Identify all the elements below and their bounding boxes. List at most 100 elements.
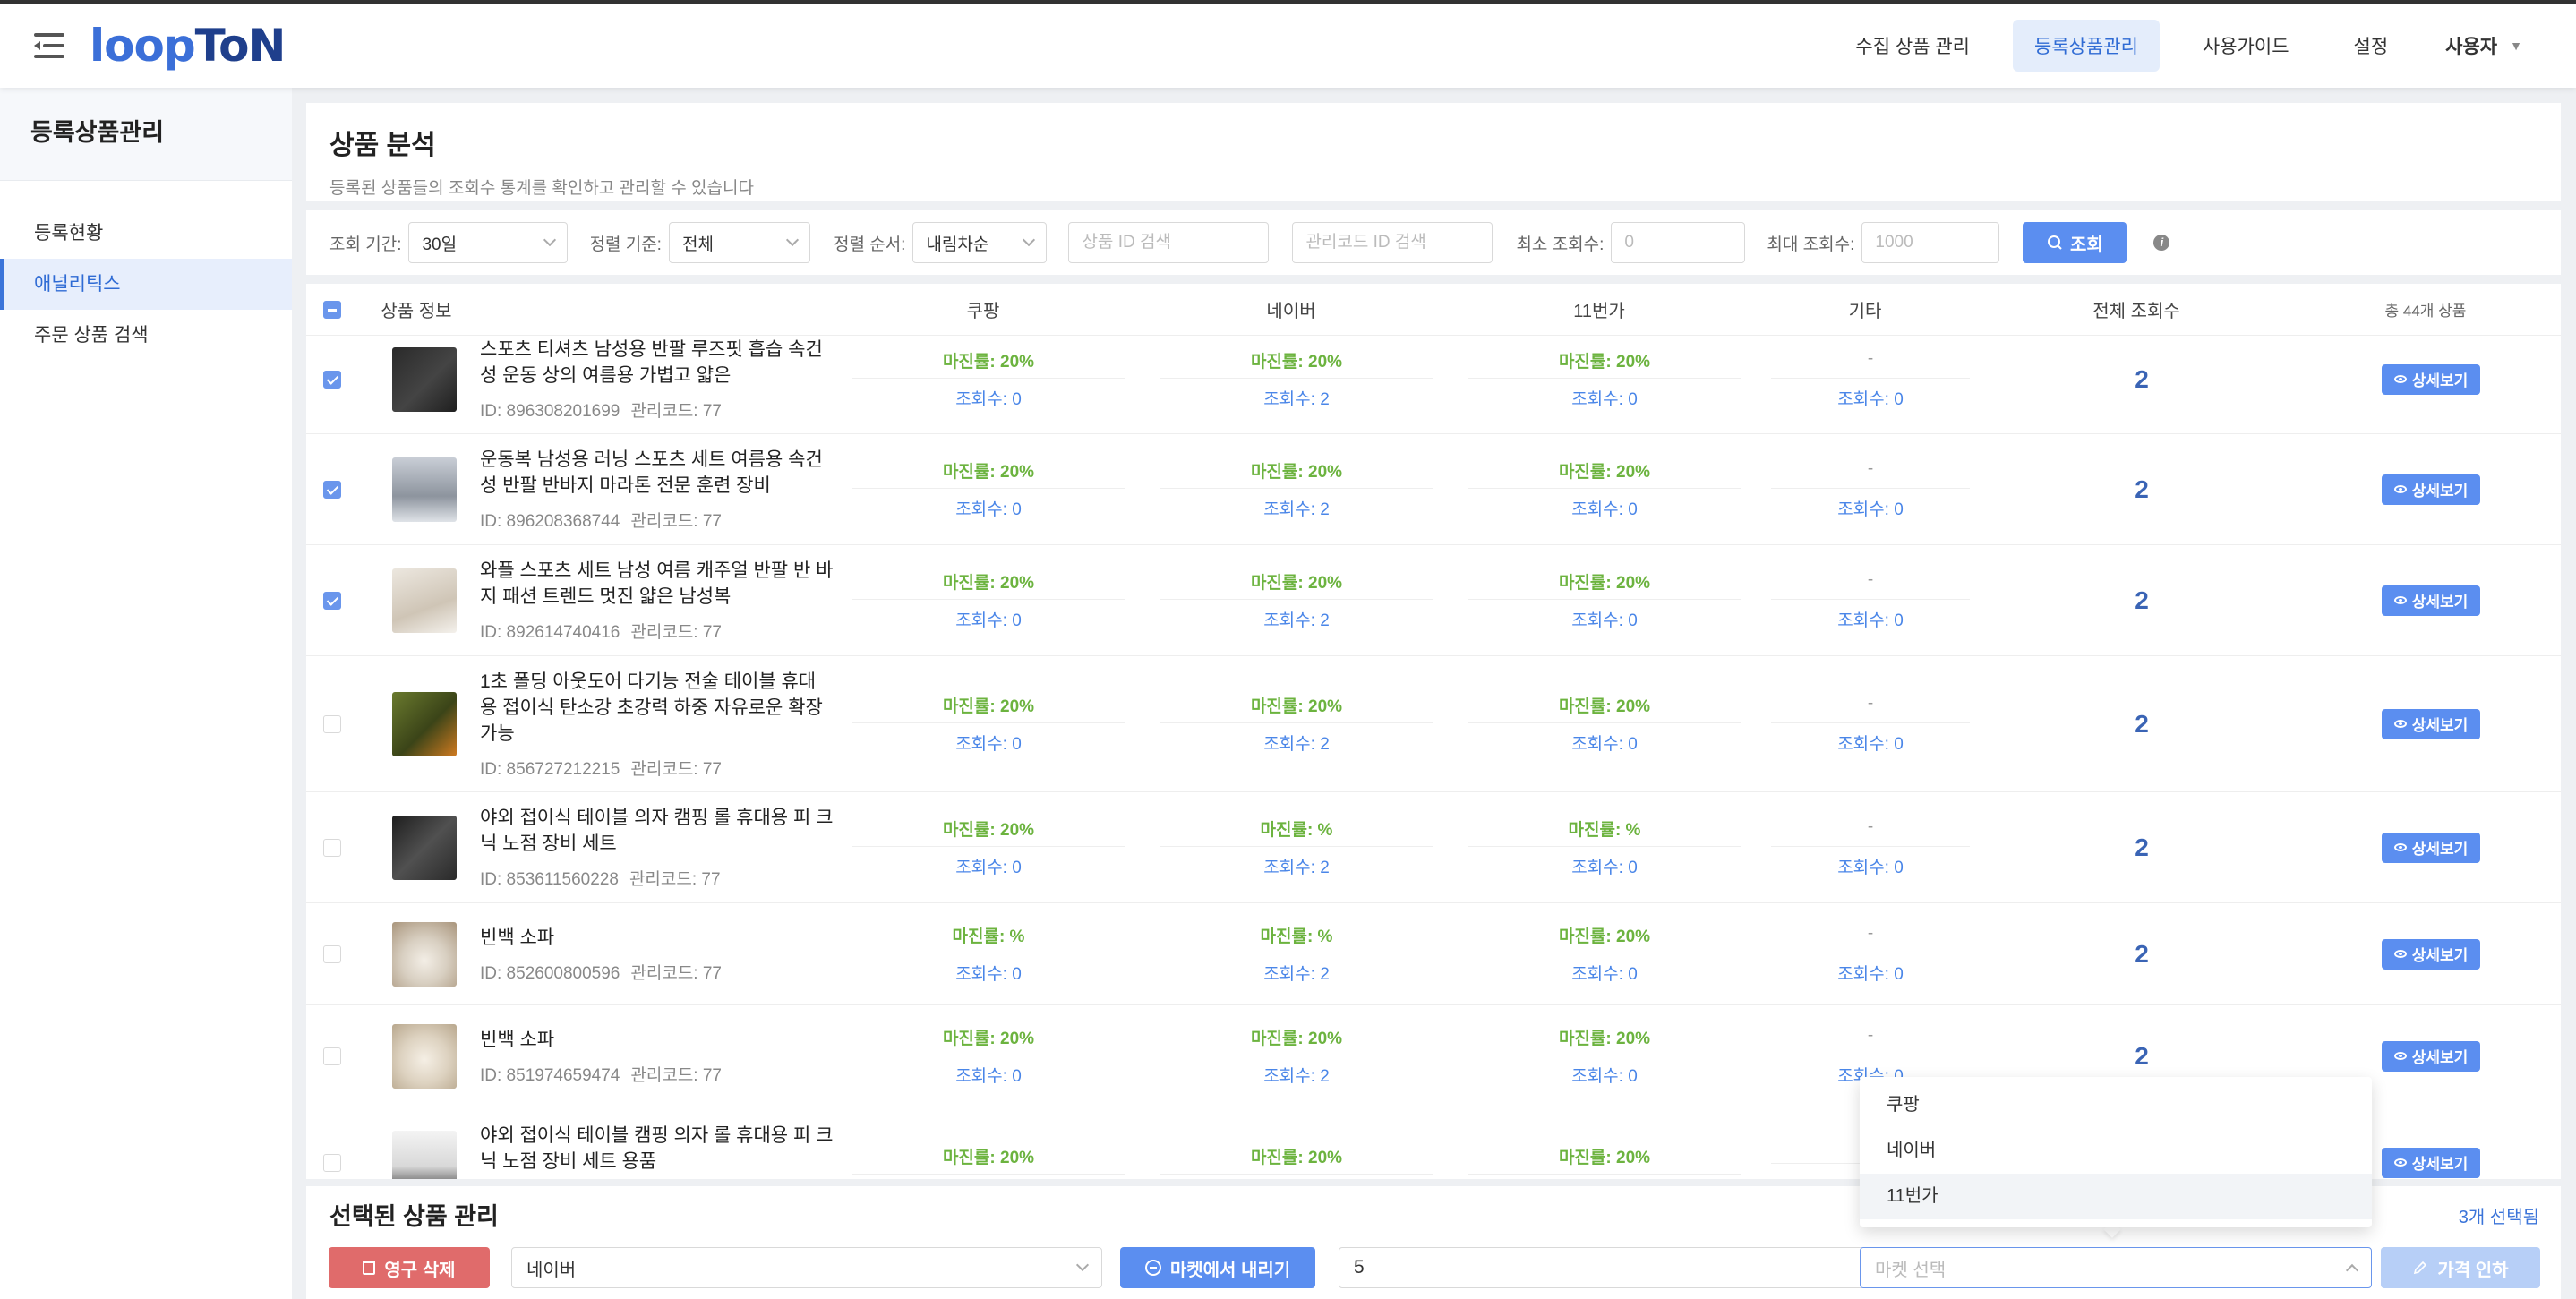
detail-button[interactable]: 상세보기	[2381, 585, 2481, 616]
etc-cell: - 조회수: 0	[1759, 694, 1982, 755]
detail-button[interactable]: 상세보기	[2381, 708, 2481, 739]
remove-from-market-button[interactable]: 마켓에서 내리기	[1120, 1247, 1315, 1288]
naver-margin: 마진률: %	[1160, 816, 1433, 847]
coupang-margin: 마진률: 20%	[852, 1025, 1125, 1055]
etc-margin: -	[1771, 570, 1970, 600]
detail-button-label: 상세보기	[2411, 372, 2469, 389]
dropdown-option-naver[interactable]: 네이버	[1860, 1128, 2372, 1174]
row-checkbox[interactable]	[323, 591, 341, 610]
nav-settings[interactable]: 설정	[2332, 20, 2410, 72]
detail-button[interactable]: 상세보기	[2381, 1040, 2481, 1072]
coupang-views: 조회수: 0	[955, 859, 1022, 877]
chevron-down-icon	[785, 233, 800, 247]
top-nav: 수집 상품 관리 등록상품관리 사용가이드 설정 사용자 ▼	[1812, 4, 2576, 88]
product-thumbnail	[392, 921, 457, 987]
page-header-card: 상품 분석 등록된 상품들의 조회수 통계를 확인하고 관리할 수 있습니다	[306, 103, 2561, 201]
row-checkbox[interactable]	[323, 370, 341, 389]
11st-margin: 마진률: 20%	[1468, 348, 1741, 379]
row-checkbox[interactable]	[323, 1153, 341, 1172]
row-checkbox[interactable]	[323, 838, 341, 857]
product-name: 와플 스포츠 세트 남성 여름 캐주얼 반팔 반 바지 패션 트렌드 멋진 얇은…	[480, 560, 834, 607]
user-menu[interactable]: 사용자 ▼	[2445, 32, 2522, 59]
sidebar-menu: 등록현황 애널리틱스 주문 상품 검색	[0, 181, 292, 361]
coupang-margin: 마진률: 20%	[852, 458, 1125, 489]
period-select[interactable]: 30일	[408, 222, 569, 263]
naver-margin: 마진률: 20%	[1160, 693, 1433, 723]
product-id: ID: 853611560228	[480, 870, 619, 889]
etc-cell: - 조회수: 0	[1759, 570, 1982, 631]
nav-user-guide[interactable]: 사용가이드	[2181, 20, 2311, 72]
order-select[interactable]: 내림차순	[912, 222, 1048, 263]
detail-button[interactable]: 상세보기	[2381, 832, 2481, 863]
eye-icon	[2393, 375, 2407, 383]
detail-button[interactable]: 상세보기	[2381, 474, 2481, 505]
product-thumbnail	[392, 1130, 457, 1179]
coupang-cell: 마진률: 20% 조회수: 0	[834, 569, 1143, 631]
remove-market-select[interactable]: 네이버	[511, 1247, 1102, 1288]
naver-views: 조회수: 2	[1263, 859, 1330, 877]
select-all-checkbox[interactable]	[323, 300, 341, 319]
table-body[interactable]: 스포츠 티셔츠 남성용 반팔 루즈핏 흡습 속건 성 운동 상의 여름용 가볍고…	[306, 336, 2561, 1179]
product-id-search-input[interactable]	[1068, 222, 1270, 263]
chevron-down-icon	[1075, 1258, 1090, 1272]
page-description: 등록된 상품들의 조회수 통계를 확인하고 관리할 수 있습니다	[329, 179, 754, 198]
management-code: 관리코드: 77	[630, 1065, 722, 1085]
action-cell: 상세보기	[2301, 832, 2561, 863]
management-code: 관리코드: 77	[630, 512, 722, 531]
coupang-cell: 마진률: 20% 조회수: 0	[834, 816, 1143, 878]
sidebar-item-analytics[interactable]: 애널리틱스	[0, 259, 292, 310]
etc-views: 조회수: 0	[1837, 734, 1904, 754]
chevron-up-icon	[2345, 1263, 2359, 1278]
product-id: ID: 892614740416	[480, 623, 620, 642]
naver-cell: 마진률: 20% 조회수: 2	[1143, 1025, 1451, 1087]
price-amount-input[interactable]	[1339, 1247, 1863, 1288]
max-views-input[interactable]	[1861, 222, 2000, 263]
product-name: 1초 폴딩 아웃도어 다기능 전술 테이블 휴대 용 접이식 탄소강 초강력 하…	[480, 671, 823, 744]
min-views-input[interactable]	[1611, 222, 1746, 263]
coupang-cell: 마진률: 20%	[834, 1144, 1143, 1180]
row-checkbox[interactable]	[323, 1047, 341, 1065]
naver-views: 조회수: 2	[1263, 735, 1330, 754]
table-row: 와플 스포츠 세트 남성 여름 캐주얼 반팔 반 바지 패션 트렌드 멋진 얇은…	[306, 545, 2561, 656]
product-info: 와플 스포츠 세트 남성 여름 캐주얼 반팔 반 바지 패션 트렌드 멋진 얇은…	[480, 558, 834, 643]
sidebar-item-status[interactable]: 등록현황	[0, 208, 292, 259]
price-market-select[interactable]: 마켓 선택	[1860, 1247, 2372, 1288]
management-code: 관리코드: 77	[630, 963, 722, 983]
dropdown-option-11st[interactable]: 11번가	[1860, 1174, 2372, 1219]
naver-views: 조회수: 2	[1263, 390, 1330, 409]
header-11st: 11번가	[1573, 302, 1625, 321]
management-code: 관리코드: 77	[630, 623, 722, 642]
sort-select[interactable]: 전체	[668, 222, 810, 263]
price-cut-button[interactable]: 가격 인하	[2381, 1247, 2540, 1288]
bulk-title: 선택된 상품 관리	[329, 1203, 499, 1230]
detail-button-label: 상세보기	[2411, 1156, 2469, 1173]
row-checkbox[interactable]	[323, 944, 341, 963]
nav-collected-products[interactable]: 수집 상품 관리	[1834, 20, 1991, 72]
search-button[interactable]: 조회	[2023, 222, 2127, 263]
code-id-search-input[interactable]	[1292, 222, 1493, 263]
product-meta: ID: 853611560228 관리코드: 77	[480, 866, 834, 890]
detail-button[interactable]: 상세보기	[2381, 938, 2481, 970]
permanent-delete-button[interactable]: 영구 삭제	[329, 1247, 490, 1288]
etc-cell: - 조회수: 0	[1759, 349, 1982, 410]
action-cell: 상세보기	[2301, 474, 2561, 505]
pencil-icon	[2414, 1261, 2427, 1275]
menu-toggle-icon[interactable]	[34, 33, 64, 58]
detail-button[interactable]: 상세보기	[2381, 363, 2481, 395]
nav-registered-products[interactable]: 등록상품관리	[2013, 20, 2160, 72]
info-icon[interactable]: i	[2153, 235, 2170, 251]
row-checkbox[interactable]	[323, 480, 341, 499]
dropdown-option-coupang[interactable]: 쿠팡	[1860, 1082, 2372, 1128]
11st-cell: 마진률: 20% 조회수: 0	[1451, 458, 1759, 520]
detail-button[interactable]: 상세보기	[2381, 1147, 2481, 1178]
app-logo[interactable]: loopToN	[90, 20, 286, 72]
table-header: 상품 정보 쿠팡 네이버 11번가 기타 전체 조회수 총 44개 상품	[306, 284, 2561, 336]
row-checkbox[interactable]	[323, 714, 341, 733]
etc-margin: -	[1771, 694, 1970, 723]
total-views: 2	[2135, 364, 2149, 393]
naver-margin: 마진률: 20%	[1160, 1144, 1433, 1175]
sidebar-item-order-search[interactable]: 주문 상품 검색	[0, 310, 292, 361]
eye-icon	[2393, 485, 2407, 493]
coupang-views: 조회수: 0	[955, 1067, 1022, 1086]
table-row: 스포츠 티셔츠 남성용 반팔 루즈핏 흡습 속건 성 운동 상의 여름용 가볍고…	[306, 336, 2561, 434]
